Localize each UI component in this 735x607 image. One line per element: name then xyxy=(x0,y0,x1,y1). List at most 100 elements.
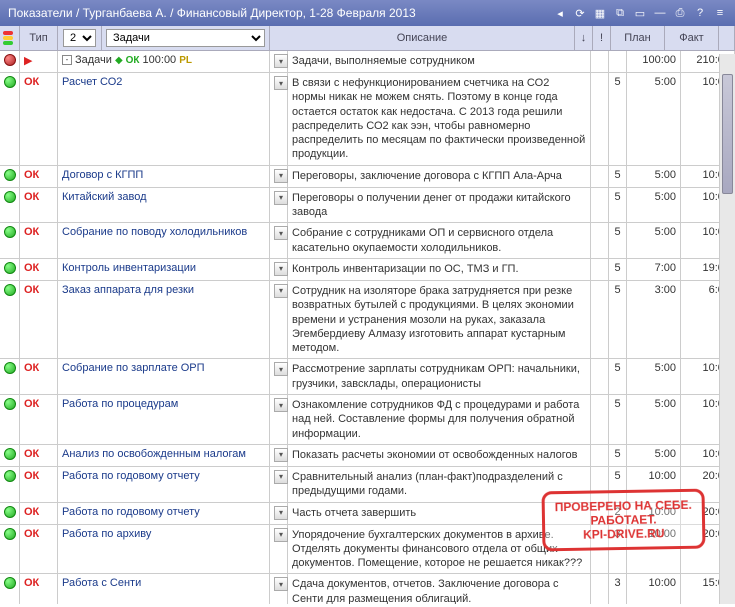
row-desc: Ознакомление сотрудников ФД с процедурам… xyxy=(288,395,591,444)
row-task: Работа по годовому отчету xyxy=(58,503,270,524)
chevron-down-icon[interactable]: ▾ xyxy=(274,448,288,462)
row-plan: 3:00 xyxy=(627,281,681,358)
summary-row[interactable]: ▶ - Задачи ◆ ОК 100:00 PL ▾ Задачи, выпо… xyxy=(0,51,735,73)
row-arrow xyxy=(591,73,609,165)
summary-time: 100:00 xyxy=(143,54,177,66)
print-icon[interactable]: ⎙ xyxy=(673,6,687,20)
table-row[interactable]: ОКРабота по годовому отчету▾Часть отчета… xyxy=(0,503,735,525)
chevron-down-icon[interactable]: ▾ xyxy=(274,362,288,376)
row-priority: 5 xyxy=(609,259,627,280)
row-status: ОК xyxy=(20,166,58,187)
table-row[interactable]: ОКСобрание по зарплате ОРП▾Рассмотрение … xyxy=(0,359,735,395)
header-description[interactable]: Описание xyxy=(270,26,575,50)
chevron-down-icon[interactable]: ▾ xyxy=(274,528,288,542)
header-type[interactable]: Тип xyxy=(20,26,58,50)
grid-icon[interactable]: ▦ xyxy=(593,6,607,20)
table-row[interactable]: ОККитайский завод▾Переговоры о получении… xyxy=(0,188,735,224)
table-row[interactable]: ОККонтроль инвентаризации▾Контроль инвен… xyxy=(0,259,735,281)
row-arrow xyxy=(591,395,609,444)
nav-back-icon[interactable]: ◂ xyxy=(553,6,567,20)
row-plan: 5:00 xyxy=(627,166,681,187)
row-arrow xyxy=(591,223,609,258)
refresh-icon[interactable]: ⟳ xyxy=(573,6,587,20)
row-desc: Сравнительный анализ (план-факт)подразде… xyxy=(288,467,591,502)
chevron-down-icon[interactable]: ▾ xyxy=(274,470,288,484)
header-priority[interactable]: ! xyxy=(593,26,611,50)
table-row[interactable]: ОКРабота по процедурам▾Ознакомление сотр… xyxy=(0,395,735,445)
row-priority: 5 xyxy=(609,445,627,466)
row-light xyxy=(0,525,20,574)
row-priority: 3 xyxy=(609,525,627,574)
header-fact[interactable]: Факт xyxy=(665,26,719,50)
row-priority: 5 xyxy=(609,467,627,502)
row-plan: 10:00 xyxy=(627,574,681,604)
task-select[interactable]: Задачи xyxy=(106,29,265,47)
chevron-down-icon[interactable]: ▾ xyxy=(274,76,288,90)
row-dropdown: ▾ xyxy=(270,166,288,187)
row-status: ОК xyxy=(20,188,58,223)
row-plan: 5:00 xyxy=(627,445,681,466)
row-arrow xyxy=(591,525,609,574)
copy-icon[interactable]: ⧉ xyxy=(613,6,627,20)
chevron-down-icon[interactable]: ▾ xyxy=(274,506,288,520)
row-desc: Сдача документов, отчетов. Заключение до… xyxy=(288,574,591,604)
row-arrow xyxy=(591,281,609,358)
row-task: Работа по годовому отчету xyxy=(58,467,270,502)
table-row[interactable]: ОКРабота с Сенти▾Сдача документов, отчет… xyxy=(0,574,735,604)
collapse-icon[interactable]: ▭ xyxy=(633,6,647,20)
row-priority: 2 xyxy=(609,503,627,524)
data-grid: ▶ - Задачи ◆ ОК 100:00 PL ▾ Задачи, выпо… xyxy=(0,51,735,604)
row-desc: Показать расчеты экономии от освобожденн… xyxy=(288,445,591,466)
row-priority: 5 xyxy=(609,166,627,187)
row-arrow xyxy=(591,359,609,394)
row-plan: 5:00 xyxy=(627,73,681,165)
row-arrow xyxy=(591,51,609,72)
chevron-down-icon[interactable]: ▾ xyxy=(274,398,288,412)
chevron-down-icon[interactable]: ▾ xyxy=(274,577,288,591)
table-row[interactable]: ОКАнализ по освобожденным налогам▾Показа… xyxy=(0,445,735,467)
header-plan[interactable]: План xyxy=(611,26,665,50)
row-task: Договор с КГПП xyxy=(58,166,270,187)
chevron-down-icon[interactable]: ▾ xyxy=(274,54,288,68)
minimize-icon[interactable]: — xyxy=(653,6,667,20)
row-light xyxy=(0,445,20,466)
menu-icon[interactable]: ≡ xyxy=(713,6,727,20)
row-dropdown: ▾ xyxy=(270,281,288,358)
vertical-scrollbar[interactable] xyxy=(719,54,735,604)
table-row[interactable]: ОКДоговор с КГПП▾Переговоры, заключение … xyxy=(0,166,735,188)
row-dropdown: ▾ xyxy=(270,259,288,280)
table-row[interactable]: ОКСобрание по поводу холодильников▾Собра… xyxy=(0,223,735,259)
row-light xyxy=(0,259,20,280)
table-row[interactable]: ОКРабота по годовому отчету▾Сравнительны… xyxy=(0,467,735,503)
row-plan: 5:00 xyxy=(627,223,681,258)
chevron-down-icon[interactable]: ▾ xyxy=(274,191,288,205)
chevron-down-icon[interactable]: ▾ xyxy=(274,262,288,276)
row-priority: 5 xyxy=(609,188,627,223)
row-light xyxy=(0,51,20,72)
table-row[interactable]: ОКРасчет СО2▾В связи с нефункционировани… xyxy=(0,73,735,166)
chevron-down-icon[interactable]: ▾ xyxy=(274,284,288,298)
chevron-down-icon[interactable]: ▾ xyxy=(274,169,288,183)
row-priority xyxy=(609,51,627,72)
row-task: Работа по процедурам xyxy=(58,395,270,444)
row-status: ОК xyxy=(20,359,58,394)
table-row[interactable]: ОКРабота по архиву▾Упорядочение бухгалте… xyxy=(0,525,735,575)
header-light xyxy=(0,26,20,50)
row-desc: В связи с нефункционированием счетчика н… xyxy=(288,73,591,165)
row-light xyxy=(0,467,20,502)
row-priority: 5 xyxy=(609,73,627,165)
row-status: ОК xyxy=(20,223,58,258)
row-light xyxy=(0,73,20,165)
column-headers: Тип 2 Задачи Описание ↓ ! План Факт xyxy=(0,26,735,51)
number-select[interactable]: 2 xyxy=(63,29,96,47)
window-title: Показатели / Турганбаева А. / Финансовый… xyxy=(8,6,553,20)
table-row[interactable]: ОКЗаказ аппарата для резки▾Сотрудник на … xyxy=(0,281,735,359)
titlebar-controls: ◂ ⟳ ▦ ⧉ ▭ — ⎙ ? ≡ xyxy=(553,6,727,20)
row-dropdown: ▾ xyxy=(270,467,288,502)
scrollbar-thumb[interactable] xyxy=(722,74,733,194)
summary-desc: Задачи, выполняемые сотрудником xyxy=(288,51,591,72)
chevron-down-icon[interactable]: ▾ xyxy=(274,226,288,240)
help-icon[interactable]: ? xyxy=(693,6,707,20)
collapse-box-icon[interactable]: - xyxy=(62,55,72,65)
header-sort[interactable]: ↓ xyxy=(575,26,593,50)
